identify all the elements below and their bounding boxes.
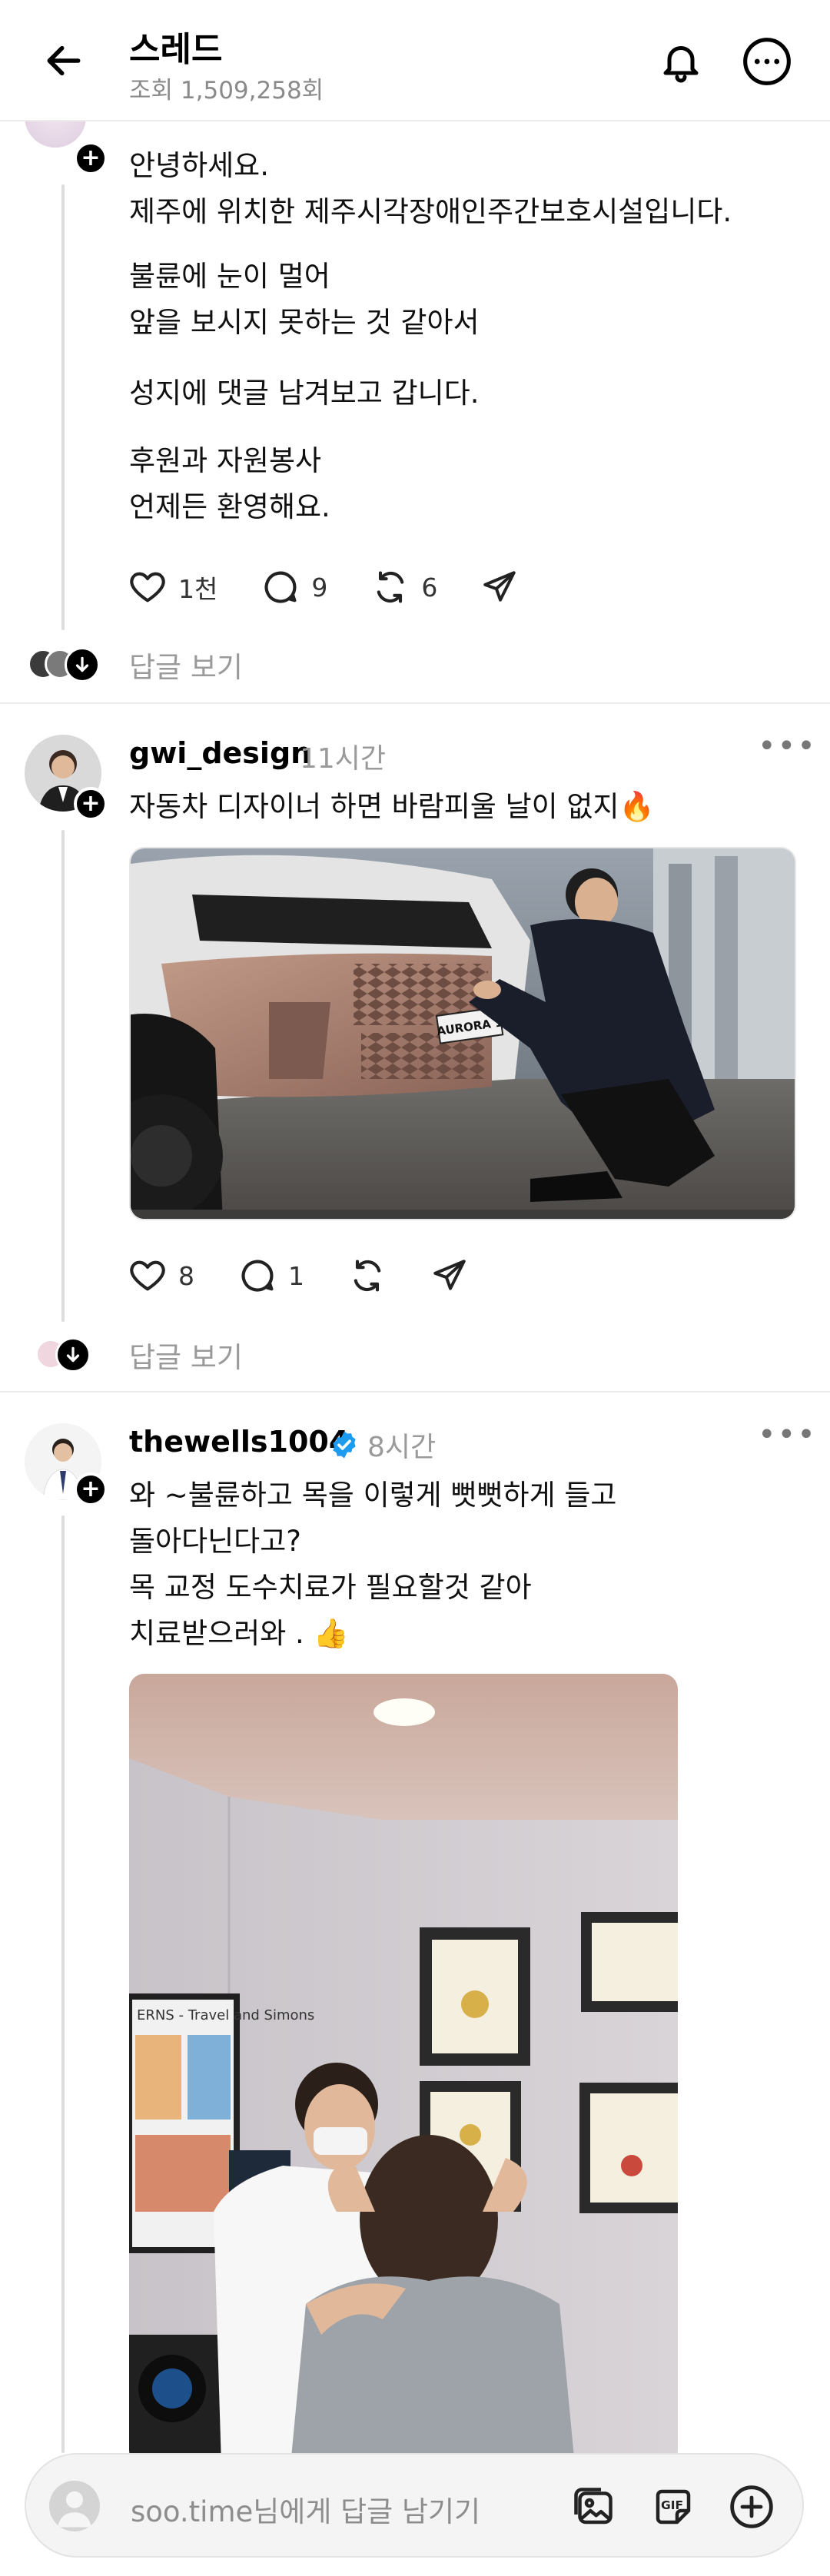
post-username[interactable]: gwi_design xyxy=(129,736,311,770)
top-bar: 스레드 조회 1,509,258회 xyxy=(0,0,830,121)
repost-button[interactable] xyxy=(347,1256,387,1296)
notifications-button[interactable] xyxy=(652,32,710,91)
follow-plus-badge[interactable]: + xyxy=(74,787,108,821)
comment-count: 9 xyxy=(311,572,328,603)
like-count: 1천 xyxy=(178,574,218,604)
poster-text: ERNS - Travel and Simons xyxy=(137,2007,314,2023)
like-count: 8 xyxy=(178,1260,194,1291)
comment-button[interactable]: 1 xyxy=(237,1256,304,1296)
repost-button[interactable]: 6 xyxy=(370,567,437,607)
send-icon xyxy=(483,571,516,602)
gif-icon: GIF xyxy=(656,2489,691,2525)
person-icon xyxy=(58,2491,91,2528)
bell-icon xyxy=(663,46,699,83)
page-title: 스레드 xyxy=(129,30,223,69)
plus-circle-icon xyxy=(730,2485,773,2528)
like-button[interactable]: 1천 xyxy=(128,567,217,607)
post-time: 8시간 xyxy=(367,1432,437,1463)
reply-avatar xyxy=(65,647,100,682)
post-image[interactable]: ERNS - Travel and Simons xyxy=(129,1674,678,2465)
comment-icon xyxy=(241,1260,274,1292)
divider xyxy=(0,702,830,704)
user-avatar-placeholder xyxy=(49,2481,100,2531)
share-button[interactable] xyxy=(430,1256,469,1295)
image-icon xyxy=(574,2488,613,2525)
view-count: 조회 1,509,258회 xyxy=(129,77,324,105)
follow-plus-badge[interactable]: + xyxy=(74,141,108,175)
post-time: 11시간 xyxy=(300,743,387,775)
comment-button[interactable]: 9 xyxy=(261,567,327,607)
post-actions: 8 1 xyxy=(128,1256,512,1296)
post-text-line: 성지에 댓글 남겨보고 갑니다. xyxy=(129,377,480,410)
clinic-photo: ERNS - Travel and Simons xyxy=(129,1674,678,2465)
view-replies-link[interactable]: 답글 보기 xyxy=(129,1334,243,1376)
reply-avatar xyxy=(55,1337,91,1373)
post-more-button[interactable]: ••• xyxy=(758,729,817,764)
post-text-line: 후원과 자원봉사 언제든 환영해요. xyxy=(129,444,330,523)
arrow-down-icon xyxy=(66,1346,80,1363)
repost-icon xyxy=(354,1260,381,1292)
send-icon xyxy=(433,1260,466,1290)
verified-badge-icon xyxy=(333,1431,356,1459)
svg-text:GIF: GIF xyxy=(661,2498,683,2512)
more-circle-icon xyxy=(743,38,791,85)
post-text: 자동차 디자이너 하면 바람피울 날이 없지🔥 xyxy=(129,790,655,823)
post-text: 와 ~불륜하고 목을 이렇게 뻣뻣하게 들고 돌아다닌다고? 목 교정 도수치료… xyxy=(129,1479,617,1650)
back-button[interactable] xyxy=(37,34,91,88)
heart-icon xyxy=(130,572,165,603)
arrow-left-icon xyxy=(47,45,81,76)
thread-line xyxy=(61,184,65,630)
car-photo: AURORA 1 xyxy=(131,848,795,1219)
thread-line xyxy=(61,1515,65,2453)
heart-icon xyxy=(130,1260,165,1291)
reply-avatars xyxy=(35,1336,105,1374)
post-username[interactable]: thewells1004 xyxy=(129,1425,349,1459)
post-more-button[interactable]: ••• xyxy=(758,1417,817,1452)
post-text-line: 불륜에 눈이 멀어 앞을 보시지 못하는 것 같아서 xyxy=(129,260,480,339)
post-actions: 1천 9 6 xyxy=(128,567,562,607)
follow-plus-badge[interactable]: + xyxy=(74,1472,108,1506)
arrow-down-icon xyxy=(75,656,89,672)
comment-icon xyxy=(264,571,297,603)
post-text-line: 안녕하세요. 제주에 위치한 제주시각장애인주간보호시설입니다. xyxy=(129,149,732,228)
repost-icon xyxy=(377,571,404,603)
share-button[interactable] xyxy=(480,568,519,606)
repost-count: 6 xyxy=(421,572,438,603)
reply-composer[interactable]: soo.time님에게 답글 남기기 GIF xyxy=(25,2453,804,2558)
reply-avatars xyxy=(28,646,112,684)
thread-line xyxy=(61,830,65,1322)
gif-button[interactable]: GIF xyxy=(644,2478,702,2536)
more-options-button[interactable] xyxy=(738,32,796,91)
add-button[interactable] xyxy=(722,2478,781,2536)
like-button[interactable]: 8 xyxy=(128,1256,194,1296)
comment-count: 1 xyxy=(288,1260,304,1291)
view-replies-link[interactable]: 답글 보기 xyxy=(129,644,243,685)
divider xyxy=(0,1391,830,1393)
post-image[interactable]: AURORA 1 xyxy=(129,847,796,1220)
attach-image-button[interactable] xyxy=(564,2478,622,2536)
reply-input[interactable]: soo.time님에게 답글 남기기 xyxy=(131,2488,480,2530)
